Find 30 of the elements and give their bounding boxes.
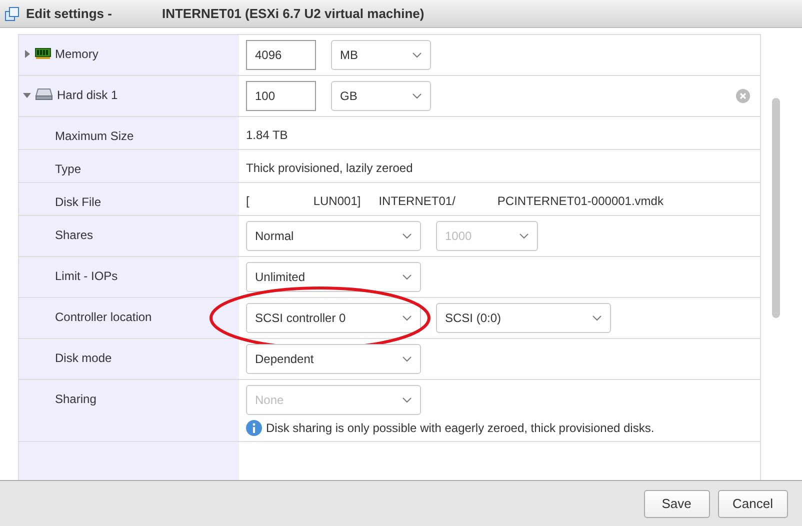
size-input[interactable]: 100: [246, 81, 316, 111]
field-label: Disk File: [55, 195, 102, 209]
device-label: Memory: [55, 47, 98, 61]
field-label: Controller location: [55, 310, 152, 324]
field-label: Type: [55, 162, 82, 176]
dropdown[interactable]: MB: [331, 40, 431, 70]
cancel-button[interactable]: Cancel: [718, 490, 788, 518]
dropdown[interactable]: GB: [331, 81, 431, 111]
dropdown[interactable]: SCSI (0:0): [436, 303, 611, 333]
field-label: Maximum Size: [55, 129, 134, 143]
field-value: 1.84 TB: [246, 127, 289, 142]
dropdown[interactable]: SCSI controller 0: [246, 303, 421, 333]
field-value: Thick provisioned, lazily zeroed: [246, 160, 414, 175]
file-path-text: LUN001]: [313, 193, 361, 208]
dropdown[interactable]: Unlimited: [246, 262, 421, 292]
file-path-text: PCINTERNET01-000001.vmdk: [497, 193, 664, 208]
window-title: Edit settings -: [26, 6, 112, 21]
dropdown[interactable]: Normal: [246, 221, 421, 251]
file-path-text: INTERNET01/: [378, 193, 456, 208]
size-input[interactable]: 4096: [246, 40, 316, 70]
field-label: Limit - IOPs: [55, 269, 118, 283]
field-label: Disk mode: [55, 351, 112, 365]
info-note: Disk sharing is only possible with eagerly zeroed, thick provisioned disks.: [266, 421, 654, 435]
field-label: Shares: [55, 228, 94, 242]
file-path-text: [: [246, 193, 250, 208]
field-label: Sharing: [55, 392, 96, 406]
save-button[interactable]: Save: [644, 490, 710, 518]
dropdown[interactable]: Dependent: [246, 344, 421, 374]
window-title: INTERNET01 (ESXi 6.7 U2 virtual machine): [162, 6, 424, 21]
device-label: Hard disk 1: [57, 88, 118, 102]
